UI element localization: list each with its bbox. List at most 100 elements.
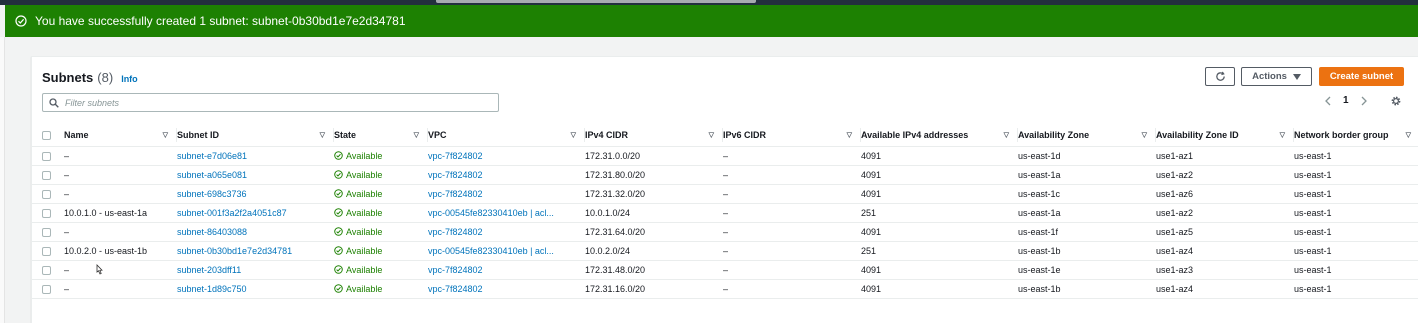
subnet-id-link[interactable]: subnet-698c3736 bbox=[177, 189, 247, 199]
actions-dropdown-button[interactable]: Actions bbox=[1241, 67, 1312, 86]
subnet-id-link[interactable]: subnet-a065e081 bbox=[177, 170, 247, 180]
vpc-link[interactable]: vpc-7f824802 bbox=[428, 189, 483, 199]
column-header[interactable]: VPC ▽ bbox=[428, 124, 585, 147]
chevron-left-icon[interactable] bbox=[1324, 96, 1331, 106]
table-row[interactable]: – subnet-203dff11 Available vpc-7f824802 172… bbox=[32, 260, 1418, 280]
global-search-stub[interactable] bbox=[436, 0, 756, 3]
vpc-link[interactable]: vpc-7f824802 bbox=[428, 265, 483, 275]
row-checkbox[interactable] bbox=[42, 246, 51, 256]
subnet-id-link[interactable]: subnet-e7d06e81 bbox=[177, 151, 247, 161]
row-checkbox[interactable] bbox=[42, 170, 51, 180]
row-checkbox[interactable] bbox=[42, 189, 51, 199]
filter-subnets-input[interactable]: Filter subnets bbox=[42, 93, 499, 112]
table-row[interactable]: – subnet-698c3736 Available vpc-7f824802 172… bbox=[32, 184, 1418, 204]
row-checkbox[interactable] bbox=[42, 284, 51, 294]
table-row[interactable]: 10.0.1.0 - us-east-1a subnet-001f3a2f2a40… bbox=[32, 203, 1418, 223]
cell-vpc: vpc-7f824802 bbox=[428, 165, 585, 185]
column-header[interactable]: Availability Zone ▽ bbox=[1018, 124, 1156, 147]
vpc-link[interactable]: vpc-7f824802 bbox=[428, 227, 483, 237]
row-checkbox[interactable] bbox=[42, 265, 51, 275]
cell-text: 172.31.48.0/20 bbox=[585, 264, 646, 275]
cell-vpc: vpc-7f824802 bbox=[428, 146, 585, 166]
vpc-link[interactable]: vpc-7f824802 bbox=[428, 170, 483, 180]
status-text: Available bbox=[346, 245, 383, 256]
cell-text: use1-az6 bbox=[1156, 188, 1194, 199]
subnets-table: Name ▽ Subnet ID ▽ State ▽ VPC ▽ IPv4 CIDR ▽ … bbox=[32, 124, 1418, 299]
column-label: Network border group bbox=[1294, 129, 1389, 140]
sort-icon[interactable]: ▽ bbox=[571, 131, 576, 139]
sort-icon[interactable]: ▽ bbox=[1004, 131, 1009, 139]
subnet-id-link[interactable]: subnet-0b30bd1e7e2d34781 bbox=[177, 246, 292, 256]
chevron-right-icon[interactable] bbox=[1361, 96, 1368, 106]
status-available: Available bbox=[334, 151, 428, 161]
column-header[interactable]: Subnet ID ▽ bbox=[177, 124, 334, 147]
row-select-cell bbox=[32, 222, 64, 242]
table-row[interactable]: – subnet-86403088 Available vpc-7f824802 172… bbox=[32, 222, 1418, 242]
vpc-link[interactable]: vpc-00545fe82330410eb | acl... bbox=[428, 208, 554, 218]
vpc-link[interactable]: vpc-00545fe82330410eb | acl... bbox=[428, 246, 554, 256]
cell-az-id: use1-az2 bbox=[1156, 203, 1294, 223]
cell-text: us-east-1d bbox=[1018, 150, 1061, 161]
subnet-id-link[interactable]: subnet-001f3a2f2a4051c87 bbox=[177, 208, 287, 218]
table-row[interactable]: 10.0.2.0 - us-east-1b subnet-0b30bd1e7e2d… bbox=[32, 241, 1418, 261]
refresh-icon bbox=[1215, 71, 1225, 81]
row-select-cell bbox=[32, 146, 64, 166]
page-title: Subnets (8) Info bbox=[42, 70, 138, 85]
subnet-id-link[interactable]: subnet-1d89c750 bbox=[177, 284, 247, 294]
cell-subnet-id: subnet-1d89c750 bbox=[177, 279, 334, 299]
vpc-link[interactable]: vpc-7f824802 bbox=[428, 284, 483, 294]
row-checkbox[interactable] bbox=[42, 227, 51, 237]
cell-nbg: us-east-1 bbox=[1294, 203, 1418, 223]
cell-text: 4091 bbox=[861, 226, 882, 237]
column-header[interactable]: IPv6 CIDR ▽ bbox=[723, 124, 861, 147]
sort-icon[interactable]: ▽ bbox=[1142, 131, 1147, 139]
subnet-id-link[interactable]: subnet-203dff11 bbox=[177, 265, 241, 275]
select-all-checkbox[interactable] bbox=[42, 130, 51, 140]
cell-text: 172.31.0.0/20 bbox=[585, 150, 641, 161]
vpc-link[interactable]: vpc-7f824802 bbox=[428, 151, 483, 161]
table-row[interactable]: – subnet-1d89c750 Available vpc-7f824802 172… bbox=[32, 279, 1418, 299]
cell-state: Available bbox=[334, 241, 428, 261]
cell-text: us-east-1 bbox=[1294, 207, 1332, 218]
gear-icon[interactable] bbox=[1390, 95, 1402, 107]
row-checkbox[interactable] bbox=[42, 208, 51, 218]
column-header[interactable]: Availability Zone ID ▽ bbox=[1156, 124, 1294, 147]
cell-text: 10.0.2.0 - us-east-1b bbox=[64, 245, 148, 256]
sort-icon[interactable]: ▽ bbox=[320, 131, 325, 139]
column-header[interactable]: Name ▽ bbox=[64, 124, 177, 147]
info-link[interactable]: Info bbox=[121, 74, 138, 84]
sort-icon[interactable]: ▽ bbox=[1406, 131, 1411, 139]
cell-vpc: vpc-00545fe82330410eb | acl... bbox=[428, 203, 585, 223]
cell-az: us-east-1b bbox=[1018, 279, 1156, 299]
create-subnet-button[interactable]: Create subnet bbox=[1319, 67, 1404, 86]
sort-icon[interactable]: ▽ bbox=[1280, 131, 1285, 139]
column-header[interactable]: Available IPv4 addresses ▽ bbox=[861, 124, 1018, 147]
sort-icon[interactable]: ▽ bbox=[847, 131, 852, 139]
side-navigation-collapsed[interactable] bbox=[0, 37, 5, 323]
cell-vpc: vpc-7f824802 bbox=[428, 222, 585, 242]
cell-text: us-east-1e bbox=[1018, 264, 1061, 275]
sort-icon[interactable]: ▽ bbox=[414, 131, 419, 139]
cell-ipv4: 172.31.16.0/20 bbox=[585, 279, 723, 299]
sort-icon[interactable]: ▽ bbox=[709, 131, 714, 139]
cell-az: us-east-1b bbox=[1018, 241, 1156, 261]
cell-name: 10.0.2.0 - us-east-1b bbox=[64, 241, 177, 261]
title-text: Subnets bbox=[42, 70, 94, 85]
cell-text: use1-az2 bbox=[1156, 207, 1194, 218]
sort-icon[interactable]: ▽ bbox=[163, 131, 168, 139]
cell-text: us-east-1 bbox=[1294, 264, 1332, 275]
current-page[interactable]: 1 bbox=[1343, 95, 1349, 106]
subnet-id-link[interactable]: subnet-86403088 bbox=[177, 227, 247, 237]
column-header[interactable]: IPv4 CIDR ▽ bbox=[585, 124, 723, 147]
column-label: Availability Zone ID bbox=[1156, 129, 1239, 140]
cell-text: 4091 bbox=[861, 188, 882, 199]
refresh-button[interactable] bbox=[1205, 67, 1235, 86]
table-row[interactable]: – subnet-a065e081 Available vpc-7f824802 172… bbox=[32, 165, 1418, 185]
cell-text: 10.0.2.0/24 bbox=[585, 245, 631, 256]
row-checkbox[interactable] bbox=[42, 151, 51, 161]
column-header[interactable]: Network border group ▽ bbox=[1294, 124, 1418, 147]
cell-text: 4091 bbox=[861, 283, 882, 294]
table-row[interactable]: – subnet-e7d06e81 Available vpc-7f824802 172… bbox=[32, 146, 1418, 166]
column-header[interactable]: State ▽ bbox=[334, 124, 428, 147]
column-label: Name bbox=[64, 129, 89, 140]
